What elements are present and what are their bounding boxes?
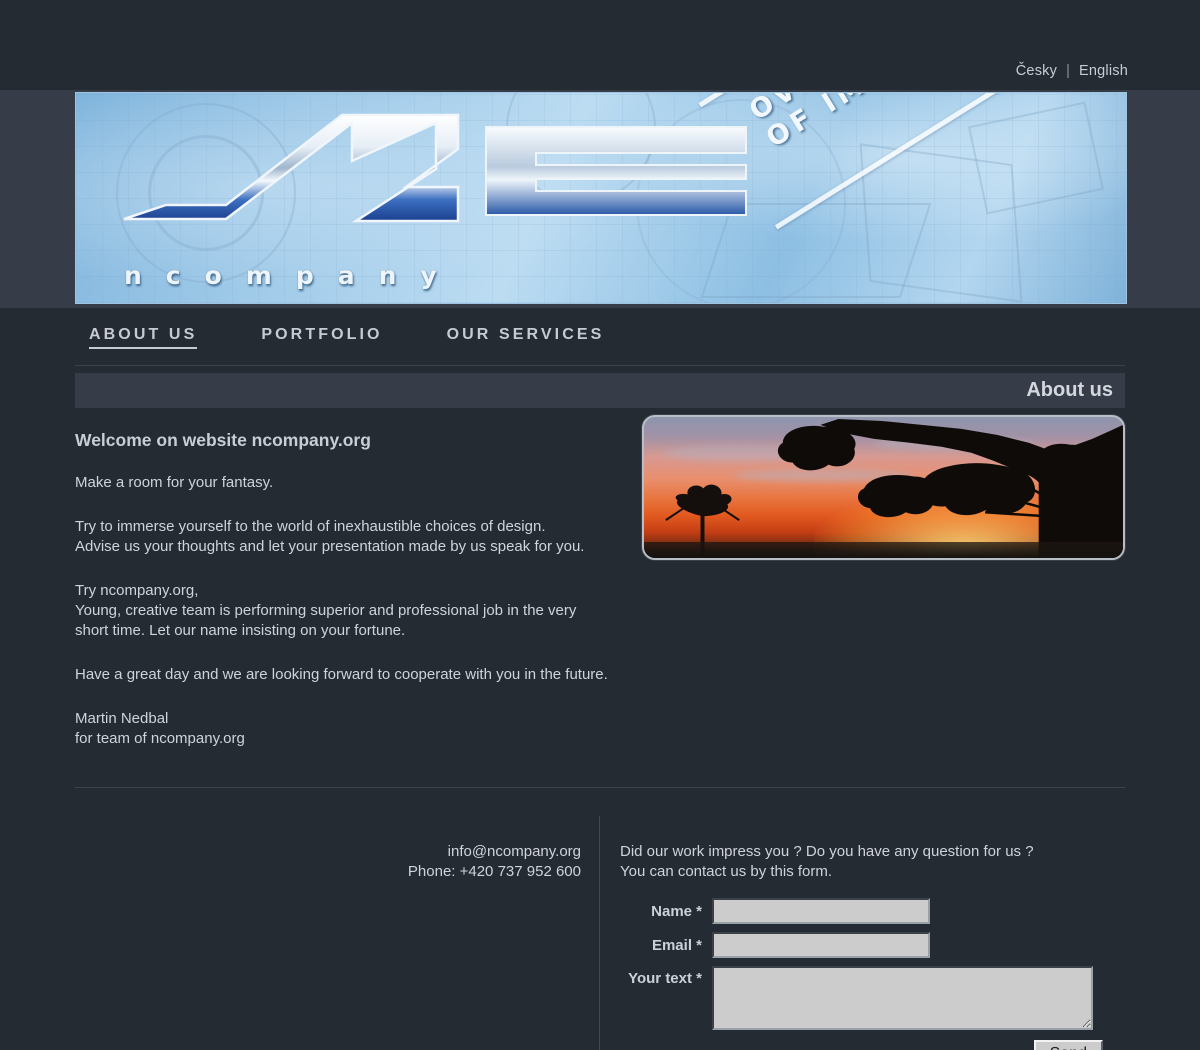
email-field-row: Email * bbox=[620, 932, 1125, 960]
language-link-english[interactable]: English bbox=[1079, 63, 1128, 79]
footer-section: info@ncompany.org Phone: +420 737 952 60… bbox=[75, 788, 1125, 1050]
message-field-row: Your text * bbox=[620, 966, 1125, 1030]
nav-item-our-services[interactable]: OUR SERVICES bbox=[447, 326, 605, 349]
page-title: About us bbox=[1026, 379, 1113, 401]
form-intro-line-1: Did our work impress you ? Do you have a… bbox=[620, 843, 1034, 860]
article-paragraph-3: Try ncompany.org, Young, creative team i… bbox=[75, 581, 650, 641]
logo-subtitle: ncompany bbox=[124, 261, 461, 290]
contact-phone: Phone: +420 737 952 600 bbox=[407, 863, 581, 880]
article-paragraph-1: Make a room for your fantasy. bbox=[75, 474, 274, 491]
page-content: ABOUT US PORTFOLIO OUR SERVICES About us… bbox=[0, 308, 1200, 1050]
ncom-logo-icon bbox=[123, 113, 747, 223]
name-label: Name * bbox=[651, 903, 702, 920]
tree-silhouettes-icon bbox=[665, 418, 1123, 558]
article-paragraph-4: Have a great day and we are looking forw… bbox=[75, 666, 608, 683]
article-paragraph-3-line-3: short time. Let our name insisting on yo… bbox=[75, 622, 406, 639]
send-button-row: Send bbox=[620, 1040, 1103, 1050]
signature-name: Martin Nedbal bbox=[75, 710, 169, 727]
message-textarea[interactable] bbox=[712, 966, 1093, 1030]
top-bar: Česky | English bbox=[0, 0, 1200, 90]
nav-item-portfolio[interactable]: PORTFOLIO bbox=[261, 326, 382, 349]
send-button[interactable]: Send bbox=[1033, 1040, 1103, 1050]
form-intro-line-2: You can contact us by this form. bbox=[620, 863, 833, 880]
company-logo: ncompany bbox=[106, 109, 766, 290]
page-title-bar: About us bbox=[75, 373, 1125, 408]
site-banner[interactable]: OVER LIMITS OF IMAGINATION bbox=[75, 92, 1127, 304]
banner-band: OVER LIMITS OF IMAGINATION bbox=[0, 90, 1200, 308]
article-heading: Welcome on website ncompany.org bbox=[75, 430, 371, 450]
nav-item-about-us[interactable]: ABOUT US bbox=[89, 326, 198, 349]
language-switcher: Česky | English bbox=[1016, 63, 1128, 79]
message-label: Your text * bbox=[628, 970, 702, 987]
email-label: Email * bbox=[651, 937, 702, 954]
name-field-row: Name * bbox=[620, 898, 1125, 926]
signature-role: for team of ncompany.org bbox=[75, 730, 245, 747]
email-input[interactable] bbox=[712, 932, 930, 958]
article-paragraph-2-line-2: Advise us your thoughts and let your pre… bbox=[75, 538, 585, 555]
article-paragraph-2: Try to immerse yourself to the world of … bbox=[75, 517, 650, 557]
language-separator: | bbox=[1066, 63, 1071, 79]
language-link-cesky[interactable]: Česky bbox=[1016, 63, 1057, 79]
contact-info: info@ncompany.org Phone: +420 737 952 60… bbox=[75, 816, 600, 1050]
article-signature: Martin Nedbal for team of ncompany.org bbox=[75, 709, 650, 749]
article-paragraph-3-line-2: Young, creative team is performing super… bbox=[75, 602, 577, 619]
article-body: Welcome on website ncompany.org Make a r… bbox=[75, 430, 650, 749]
main-navigation: ABOUT US PORTFOLIO OUR SERVICES bbox=[75, 308, 1125, 366]
form-intro: Did our work impress you ? Do you have a… bbox=[620, 842, 1125, 882]
name-input[interactable] bbox=[712, 898, 930, 924]
contact-email[interactable]: info@ncompany.org bbox=[75, 842, 581, 862]
ground-horizon bbox=[644, 542, 1123, 558]
article-paragraph-2-line-1: Try to immerse yourself to the world of … bbox=[75, 518, 546, 535]
article-paragraph-3-line-1: Try ncompany.org, bbox=[75, 582, 199, 599]
main-section: Welcome on website ncompany.org Make a r… bbox=[75, 408, 1125, 749]
contact-form: Did our work impress you ? Do you have a… bbox=[600, 816, 1125, 1050]
sunset-photo bbox=[642, 415, 1125, 560]
